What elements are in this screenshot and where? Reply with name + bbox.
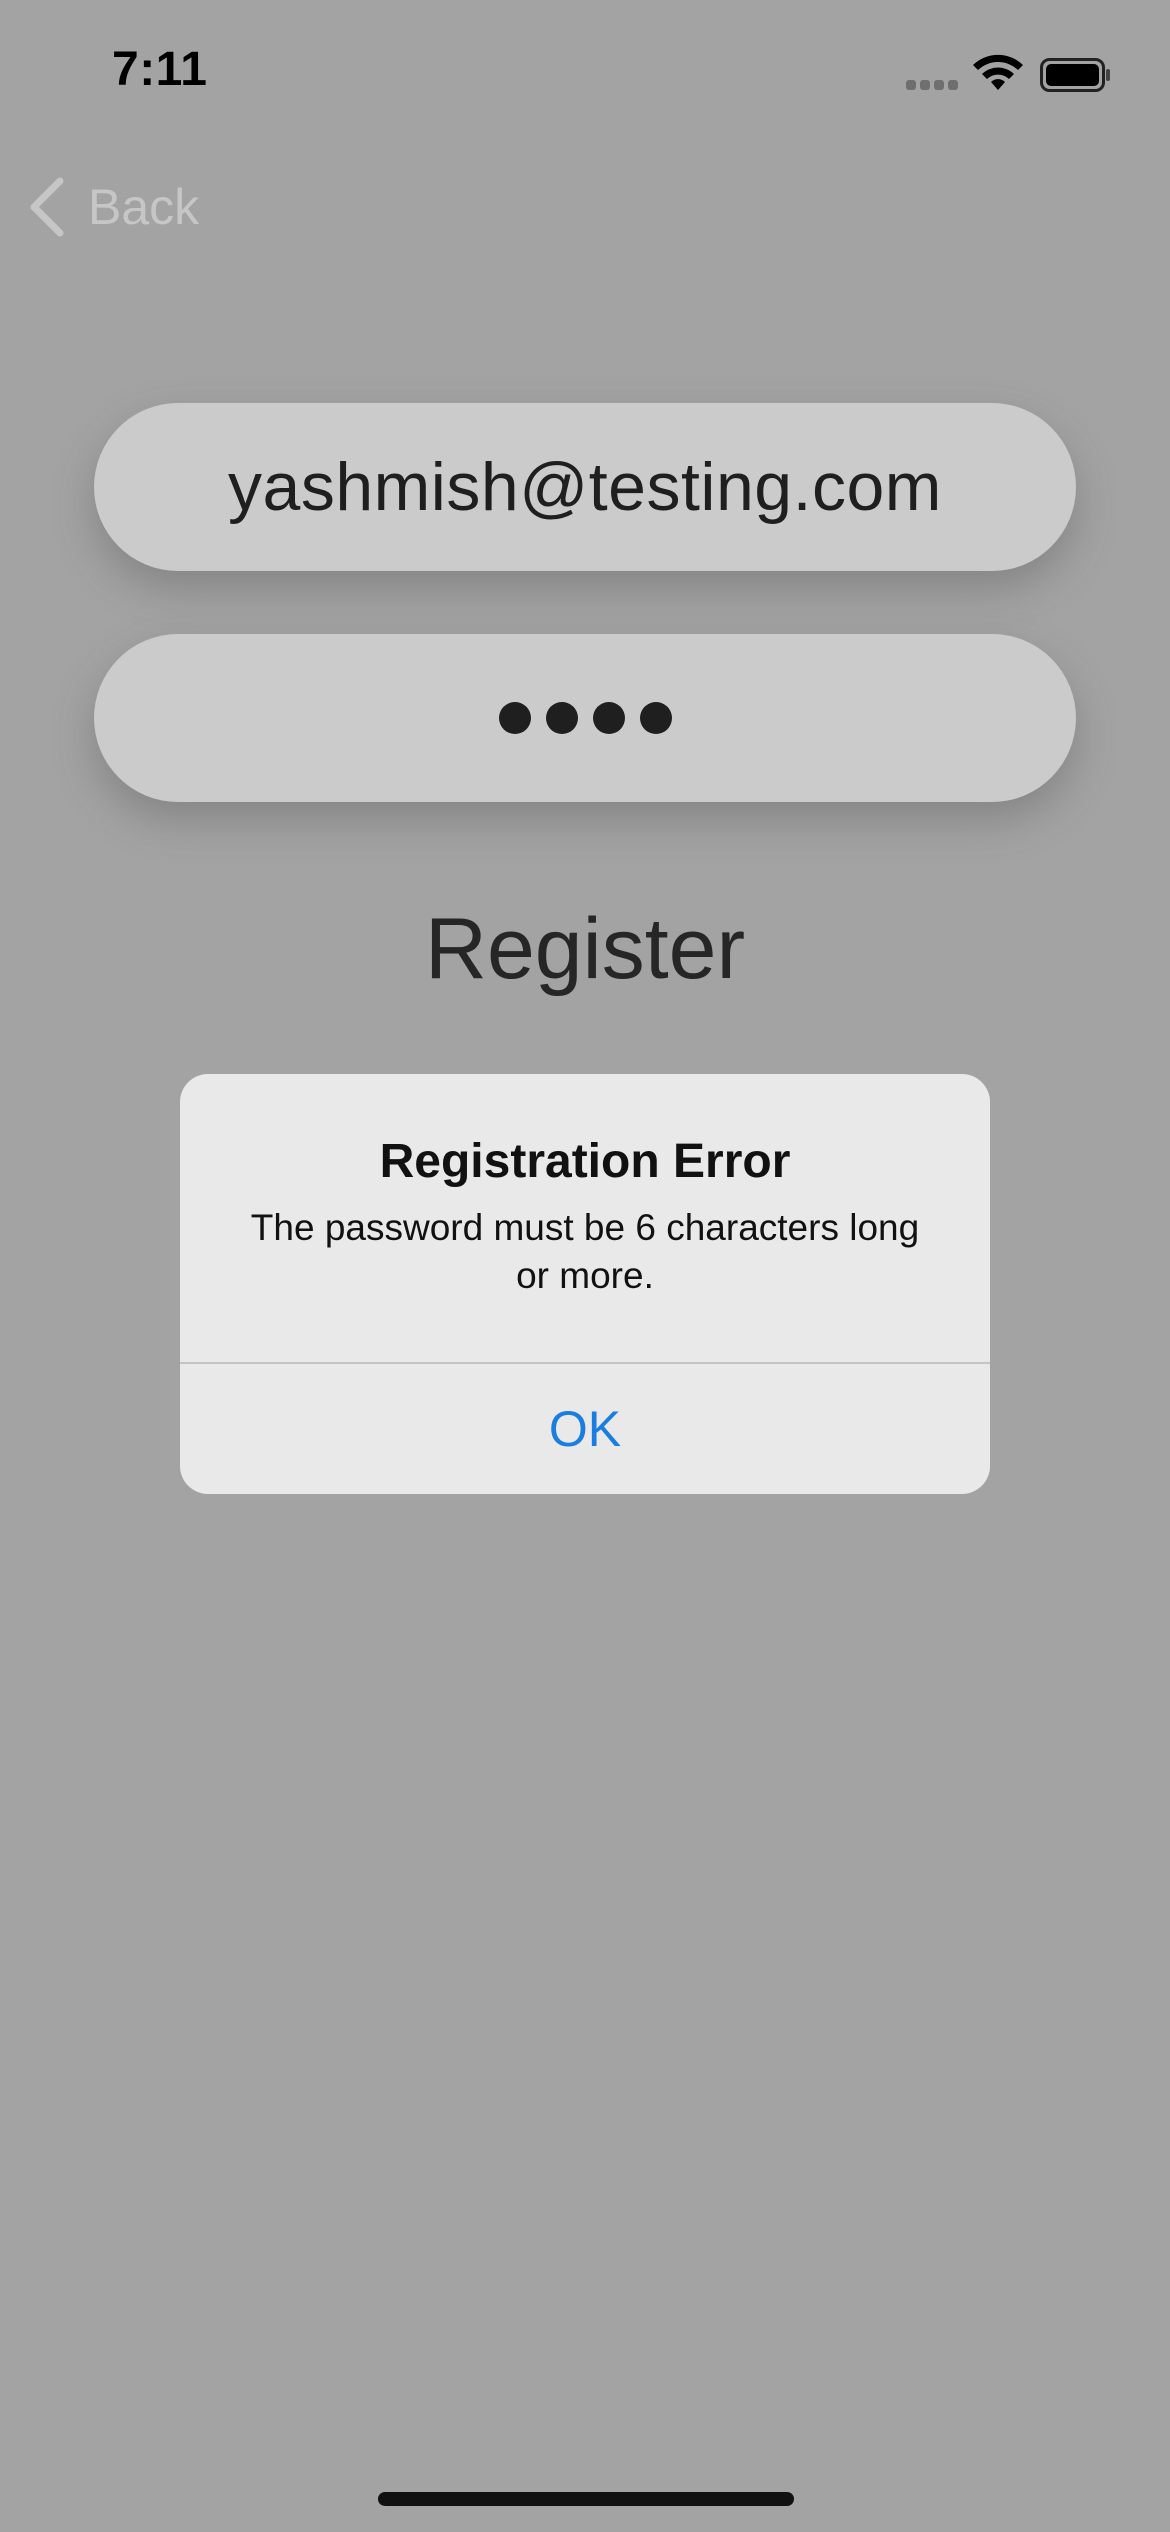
battery-icon [1040,58,1110,92]
wifi-icon [973,54,1023,90]
alert-ok-button[interactable]: OK [180,1364,990,1494]
registration-error-alert: Registration Error The password must be … [180,1074,990,1494]
password-field[interactable] [94,634,1076,802]
alert-message: The password must be 6 characters long o… [250,1207,920,1296]
password-dot [592,702,625,734]
home-indicator[interactable] [378,2492,794,2506]
chevron-left-icon [30,177,64,237]
back-label: Back [88,179,200,235]
password-dot [545,702,578,734]
cellular-signal-icon [906,80,960,90]
status-bar: 7:11 [0,0,1170,140]
back-button[interactable]: Back [26,172,199,242]
register-button[interactable]: Register [0,900,1170,999]
password-mask [498,702,672,734]
email-field[interactable]: yashmish@testing.com [94,403,1076,571]
email-value: yashmish@testing.com [228,449,942,525]
password-dot [639,702,672,734]
status-time: 7:11 [112,43,208,96]
alert-title: Registration Error [379,1135,791,1188]
password-dot [498,702,531,734]
